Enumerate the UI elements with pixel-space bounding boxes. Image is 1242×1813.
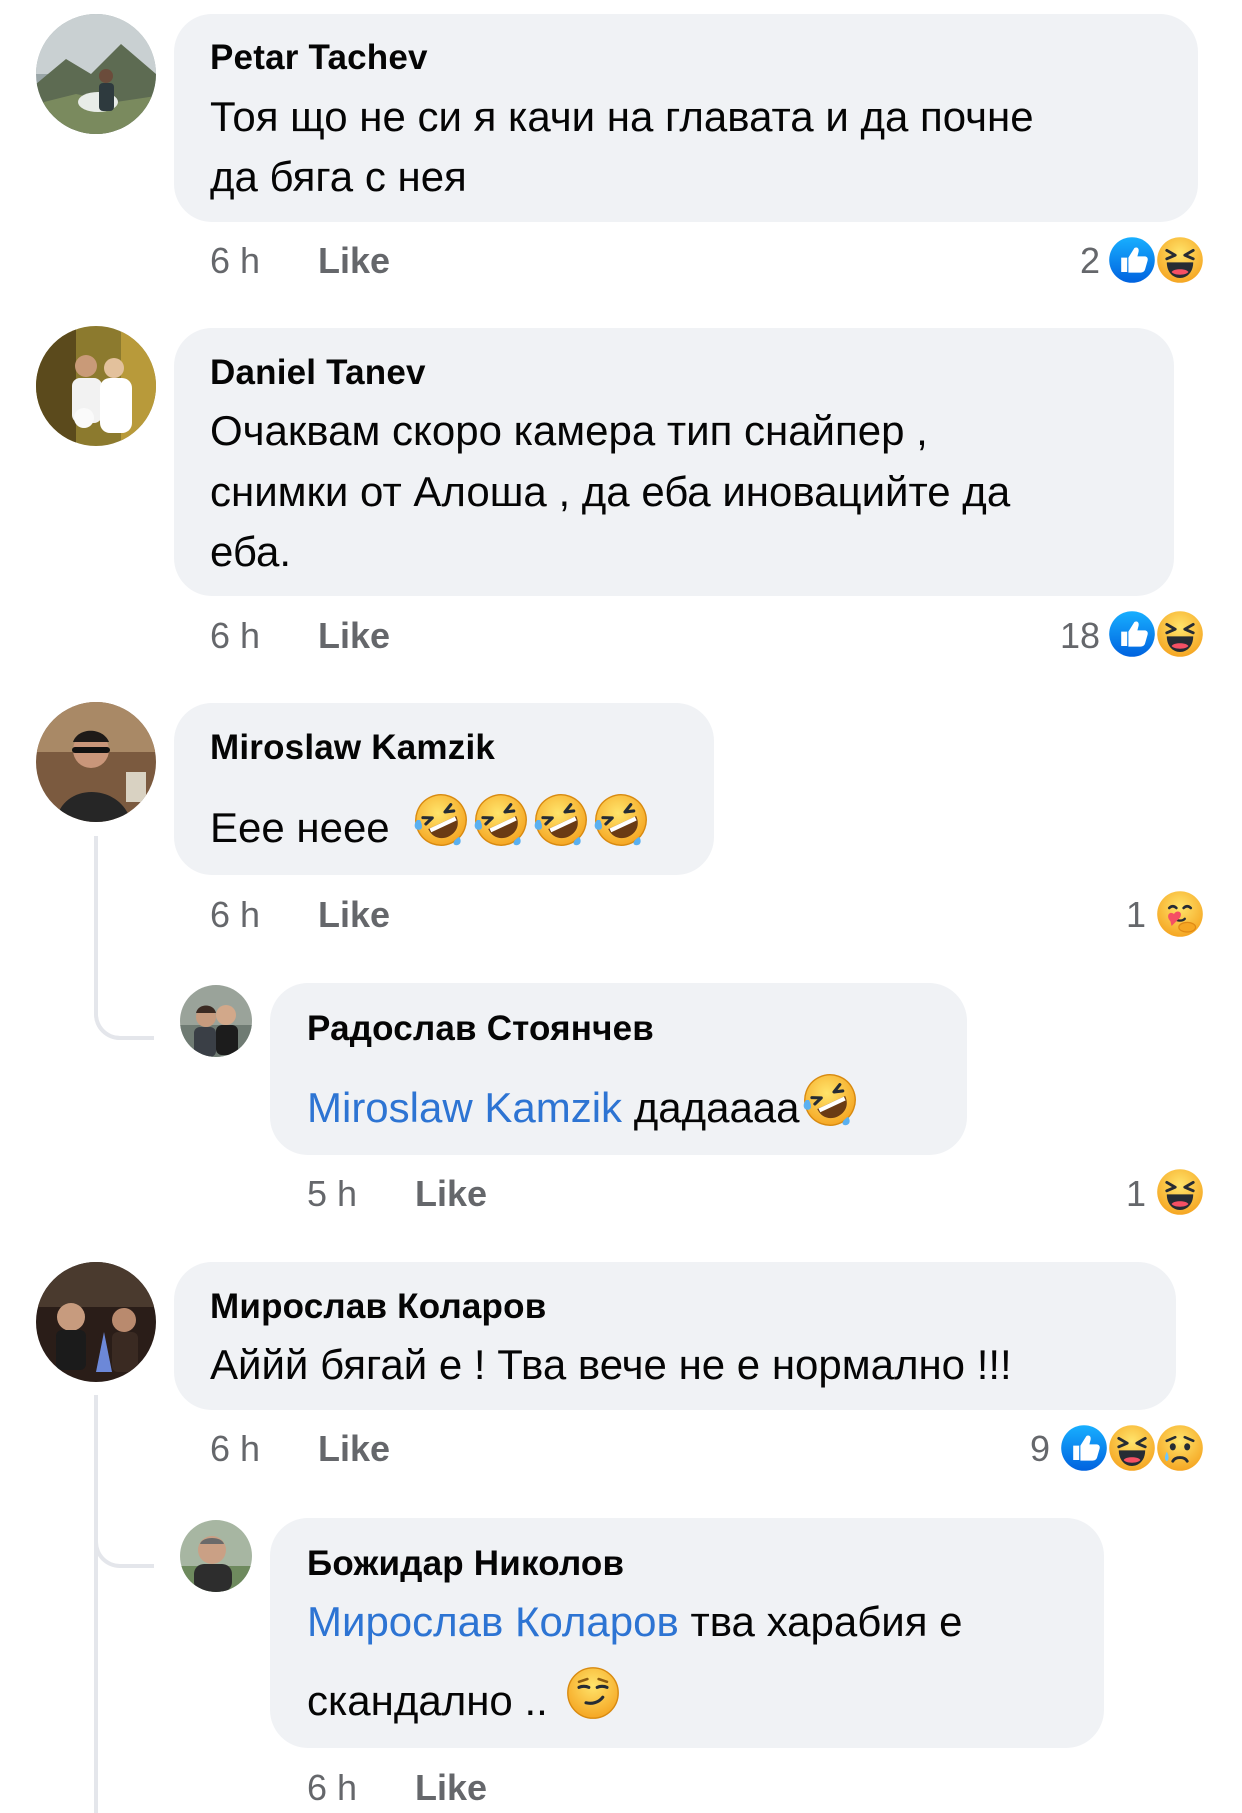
like-button[interactable]: Like [318,894,390,936]
avatar[interactable] [36,702,156,822]
like-icon [1108,610,1156,658]
reply-text: тва харабия е [678,1598,963,1645]
avatar-photo [180,985,252,1057]
rofl-emoji [531,792,591,848]
reply-text-line: скандално .. [307,1665,621,1731]
reply-text: скандално .. [307,1677,560,1724]
smirk-emoji [565,1665,621,1721]
reaction-count[interactable]: 1 [1100,1173,1146,1215]
thread-connector [94,950,154,1040]
avatar-photo [180,1520,252,1592]
comment-author[interactable]: Daniel Tanev [210,353,426,393]
mention-link[interactable]: Мирослав Коларов [307,1598,679,1645]
laugh-icon [1156,610,1204,658]
rofl-emoji [591,792,651,848]
care-icon [1156,890,1204,938]
reply-author[interactable]: Радослав Стоянчев [307,1009,654,1049]
rofl-emoji [411,792,471,848]
reply-timestamp[interactable]: 5 h [307,1173,357,1215]
like-button[interactable]: Like [415,1173,487,1215]
like-button[interactable]: Like [318,240,390,282]
laugh-icon [1156,1168,1204,1216]
avatar[interactable] [36,326,156,446]
avatar[interactable] [36,14,156,134]
thread-line [94,1395,98,1813]
comment-author[interactable]: Miroslaw Kamzik [210,728,495,768]
comment-text: Еее нeee [210,804,390,851]
avatar-photo [36,1262,156,1382]
thread-connector [94,1490,154,1568]
comment-timestamp[interactable]: 6 h [210,240,260,282]
like-icon [1108,236,1156,284]
laugh-icon [1156,236,1204,284]
comment-text-line: еба. [210,528,292,575]
comment-timestamp[interactable]: 6 h [210,615,260,657]
comment-text-line: снимки от Алоша , да еба иновацийте да [210,468,1011,515]
avatar[interactable] [180,1520,252,1592]
reaction-count[interactable]: 2 [1060,240,1100,282]
comment-text-line: Тоя що не си я качи на главата и да почн… [210,93,1034,140]
comment-timestamp[interactable]: 6 h [210,1428,260,1470]
like-icon [1060,1424,1108,1472]
reaction-count[interactable]: 18 [1040,615,1100,657]
reply-text-line: Мирослав Коларов тва харабия е [307,1592,962,1652]
comment-text-line: Очаквам скоро камера тип снайпер , [210,407,928,454]
comment-text-line: Еее нeee [210,792,651,858]
comment-text-line: да бяга с нея [210,153,467,200]
reply-text: дадаааа [622,1084,800,1131]
reply-author[interactable]: Божидар Николов [307,1544,624,1584]
reply-text-line: Miroslaw Kamzik дадаааа [307,1072,860,1138]
mention-link[interactable]: Miroslaw Kamzik [307,1084,622,1131]
comment-text-line: Аййй бягай е ! Тва вече не е нормално !!… [210,1341,1012,1388]
sad-icon [1156,1424,1204,1472]
reply-timestamp[interactable]: 6 h [307,1767,357,1809]
comment-author[interactable]: Мирослав Коларов [210,1287,546,1327]
comment-author[interactable]: Petar Tachev [210,38,428,78]
reaction-count[interactable]: 9 [1010,1428,1050,1470]
avatar[interactable] [180,985,252,1057]
like-button[interactable]: Like [415,1767,487,1809]
avatar[interactable] [36,1262,156,1382]
avatar-photo [36,326,156,446]
rofl-emoji [800,1072,860,1128]
like-button[interactable]: Like [318,1428,390,1470]
like-button[interactable]: Like [318,615,390,657]
comment-timestamp[interactable]: 6 h [210,894,260,936]
avatar-photo [36,702,156,822]
reaction-count[interactable]: 1 [1100,894,1146,936]
avatar-photo [36,14,156,134]
rofl-emoji [471,792,531,848]
laugh-icon [1108,1424,1156,1472]
